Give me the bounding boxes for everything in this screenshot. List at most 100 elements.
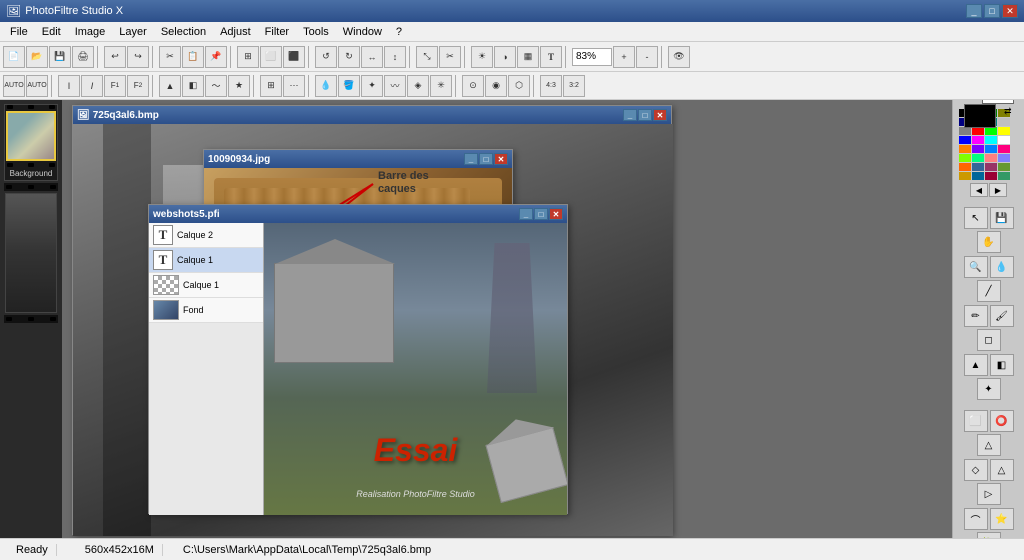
- flip-h[interactable]: ↔: [361, 46, 383, 68]
- jpg-doc-maximize[interactable]: □: [479, 153, 493, 165]
- cut-button[interactable]: ✂: [159, 46, 181, 68]
- tb2-btn3[interactable]: F1: [104, 75, 126, 97]
- gradient-tool[interactable]: ◧: [990, 354, 1014, 376]
- menu-layer[interactable]: Layer: [113, 24, 153, 40]
- color-swatch[interactable]: [959, 136, 971, 144]
- tb2-misc1[interactable]: ⊙: [462, 75, 484, 97]
- main-doc-close[interactable]: ✕: [653, 109, 667, 121]
- tb2-aspect2[interactable]: 3:2: [563, 75, 585, 97]
- text-tool-tb[interactable]: T: [540, 46, 562, 68]
- tb2-clone[interactable]: ✳: [430, 75, 452, 97]
- color-swatch[interactable]: [985, 145, 997, 153]
- foreground-color[interactable]: [964, 104, 996, 128]
- eraser-tool[interactable]: ◻: [977, 329, 1001, 351]
- fill-tool[interactable]: ▲: [964, 354, 988, 376]
- poly-tool[interactable]: △: [990, 459, 1014, 481]
- color-swatch[interactable]: [985, 136, 997, 144]
- new-button[interactable]: 📄: [3, 46, 25, 68]
- contrast-button[interactable]: ◑: [494, 46, 516, 68]
- color-swatch[interactable]: [959, 163, 971, 171]
- color-swatch[interactable]: [998, 163, 1010, 171]
- menu-window[interactable]: Window: [337, 24, 388, 40]
- menu-help[interactable]: ?: [390, 24, 408, 40]
- pfi-doc-close[interactable]: ✕: [549, 208, 563, 220]
- color-swatch[interactable]: [959, 172, 971, 180]
- layer-row-fond[interactable]: Fond: [149, 298, 263, 323]
- tb2-btn1[interactable]: I: [58, 75, 80, 97]
- minimize-button[interactable]: _: [966, 4, 982, 18]
- select-all[interactable]: ⊞: [237, 46, 259, 68]
- triangle-tool[interactable]: △: [977, 434, 1001, 456]
- color-swatch[interactable]: [998, 118, 1010, 126]
- color-swatch[interactable]: [985, 163, 997, 171]
- tb2-btn2[interactable]: I: [81, 75, 103, 97]
- tb2-smudge[interactable]: 〰: [384, 75, 406, 97]
- color-swatch[interactable]: [998, 145, 1010, 153]
- crop-button[interactable]: ✂: [439, 46, 461, 68]
- color-swatch[interactable]: [972, 163, 984, 171]
- filter-button[interactable]: ▦: [517, 46, 539, 68]
- color-swatch[interactable]: [972, 154, 984, 162]
- menu-filter[interactable]: Filter: [259, 24, 295, 40]
- menu-edit[interactable]: Edit: [36, 24, 67, 40]
- rect-tool[interactable]: ⬜: [964, 410, 988, 432]
- color-swatch[interactable]: [985, 154, 997, 162]
- tb2-spray[interactable]: ✦: [361, 75, 383, 97]
- save-button[interactable]: 💾: [49, 46, 71, 68]
- tb2-misc3[interactable]: ⬡: [508, 75, 530, 97]
- color-swatch[interactable]: [972, 145, 984, 153]
- tb2-sharpen[interactable]: ◈: [407, 75, 429, 97]
- color-swatch[interactable]: [959, 145, 971, 153]
- jpg-doc-titlebar[interactable]: 10090934.jpg _ □ ✕: [204, 150, 512, 168]
- tb2-auto2[interactable]: AUTO: [26, 75, 48, 97]
- color-swatch[interactable]: [972, 136, 984, 144]
- print-button[interactable]: 🖨: [72, 46, 94, 68]
- menu-image[interactable]: Image: [69, 24, 112, 40]
- jpg-doc-minimize[interactable]: _: [464, 153, 478, 165]
- color-swatch[interactable]: [998, 127, 1010, 135]
- color-swatch[interactable]: [998, 172, 1010, 180]
- save-tool[interactable]: 💾: [990, 207, 1014, 229]
- pfi-doc-minimize[interactable]: _: [519, 208, 533, 220]
- invert-sel[interactable]: ⬛: [283, 46, 305, 68]
- diamond-tool[interactable]: ◇: [964, 459, 988, 481]
- rotate-left[interactable]: ↺: [315, 46, 337, 68]
- line-tool[interactable]: ╱: [977, 280, 1001, 302]
- tb2-misc2[interactable]: ◉: [485, 75, 507, 97]
- color-swatch[interactable]: [985, 172, 997, 180]
- eyedrop-tool[interactable]: 💧: [990, 256, 1014, 278]
- color-swatch[interactable]: [959, 154, 971, 162]
- brightness-button[interactable]: ☀: [471, 46, 493, 68]
- pencil-tool[interactable]: ✏: [964, 305, 988, 327]
- tb2-btn4[interactable]: F2: [127, 75, 149, 97]
- stamp-tool[interactable]: ✦: [977, 378, 1001, 400]
- magic-tool[interactable]: ⭐: [990, 508, 1014, 530]
- film-thumbnail[interactable]: [6, 111, 56, 161]
- scroll-right-btn[interactable]: ▶: [989, 183, 1007, 197]
- scroll-left-btn[interactable]: ◀: [970, 183, 988, 197]
- paste-button[interactable]: 📌: [205, 46, 227, 68]
- copy-button[interactable]: 📋: [182, 46, 204, 68]
- pfi-doc-maximize[interactable]: □: [534, 208, 548, 220]
- tb2-auto1[interactable]: AUTO: [3, 75, 25, 97]
- zoom-tool[interactable]: 🔍: [964, 256, 988, 278]
- tb2-mountain[interactable]: ▲: [159, 75, 181, 97]
- open-button[interactable]: 📂: [26, 46, 48, 68]
- layer-row-calque1b[interactable]: Calque 1: [149, 273, 263, 298]
- select-tool[interactable]: ↖: [964, 207, 988, 229]
- menu-selection[interactable]: Selection: [155, 24, 212, 40]
- tb2-grid[interactable]: ⊞: [260, 75, 282, 97]
- tb2-aspect1[interactable]: 4:3: [540, 75, 562, 97]
- pfi-doc-titlebar[interactable]: webshots5.pfi _ □ ✕: [149, 205, 567, 223]
- resize-button[interactable]: ⤡: [416, 46, 438, 68]
- ellipse-tool[interactable]: ⭕: [990, 410, 1014, 432]
- color-swatch[interactable]: [972, 127, 984, 135]
- zoom-out-btn[interactable]: -: [636, 46, 658, 68]
- tb2-dots[interactable]: ⋯: [283, 75, 305, 97]
- color-swatch[interactable]: [959, 127, 971, 135]
- color-swatch[interactable]: [998, 154, 1010, 162]
- tb2-effects[interactable]: ★: [228, 75, 250, 97]
- zoom-in-btn[interactable]: +: [613, 46, 635, 68]
- maximize-button[interactable]: □: [984, 4, 1000, 18]
- view-btn[interactable]: 👁: [668, 46, 690, 68]
